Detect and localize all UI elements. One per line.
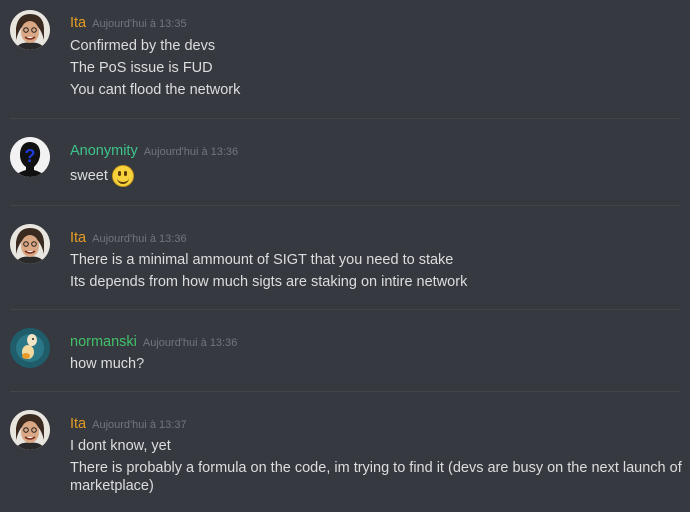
message-header: normanski Aujourd'hui à 13:36 [70,333,237,351]
divider [10,205,680,206]
message-header: Ita Aujourd'hui à 13:35 [70,14,187,32]
divider [10,118,680,119]
message-header: Ita Aujourd'hui à 13:36 [70,229,187,247]
ita-avatar-icon [10,10,50,50]
message-text: Confirmed by the devs [70,38,216,54]
timestamp: Aujourd'hui à 13:36 [92,233,187,245]
author-name[interactable]: Ita [70,416,86,432]
author-name[interactable]: Ita [70,230,86,246]
message-text: Its depends from how much sigts are stak… [70,274,468,290]
avatar[interactable]: ? [10,137,50,177]
divider [10,309,680,310]
message-text: There is probably a formula on the code,… [70,460,682,476]
author-name[interactable]: Anonymity [70,143,138,159]
svg-text:?: ? [25,146,36,166]
timestamp: Aujourd'hui à 13:36 [143,146,239,158]
message-text: There is a minimal ammount of SIGT that … [70,252,454,268]
message-header: Anonymity Aujourd'hui à 13:36 [70,142,238,160]
message-text-content: sweet [70,167,108,184]
timestamp: Aujourd'hui à 13:36 [142,337,238,349]
message-text: how much? [70,356,145,372]
message-text: The PoS issue is FUD [70,60,213,76]
message-text: sweet [70,165,134,187]
avatar[interactable] [10,224,50,264]
ita-avatar-icon [10,224,50,264]
author-name[interactable]: normanski [70,334,137,350]
message-text: marketplace) [70,478,154,494]
divider [10,391,680,392]
avatar[interactable] [10,410,50,450]
timestamp: Aujourd'hui à 13:37 [92,419,187,431]
smiley-emoji-icon [111,165,134,187]
author-name[interactable]: Ita [70,15,86,31]
anonymity-avatar-icon: ? [10,137,50,177]
message-text: I dont know, yet [70,438,171,454]
timestamp: Aujourd'hui à 13:35 [92,18,187,30]
avatar[interactable] [10,10,50,50]
ita-avatar-icon [10,410,50,450]
normanski-avatar-icon [10,328,50,368]
message-text: You cant flood the network [70,82,241,98]
message-header: Ita Aujourd'hui à 13:37 [70,415,187,433]
avatar[interactable] [10,328,50,368]
